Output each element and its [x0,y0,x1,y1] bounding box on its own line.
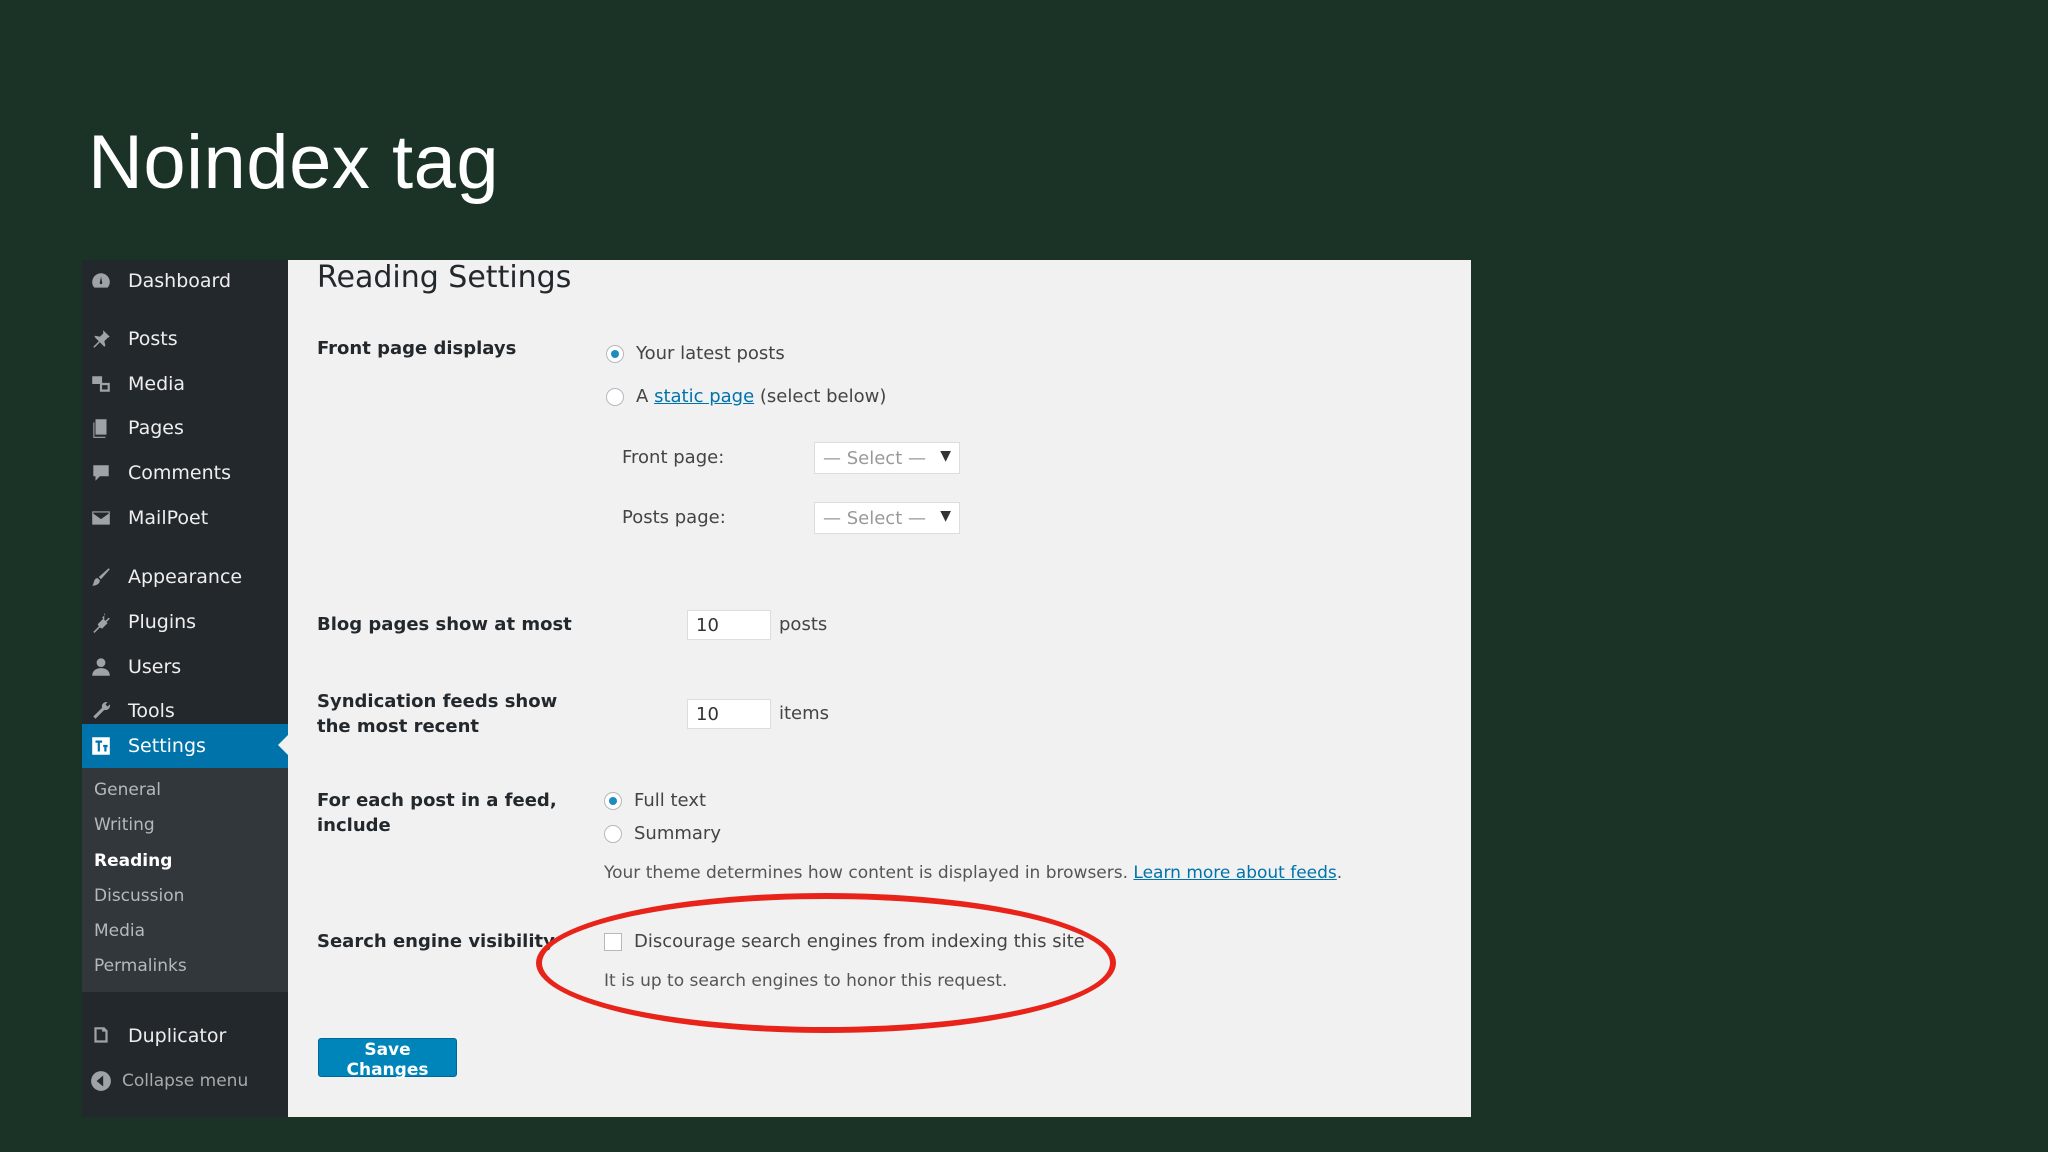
chevron-down-icon: ▼ [940,508,951,524]
pages-icon [90,417,112,439]
duplicator-icon [90,1025,112,1047]
submenu-item-writing[interactable]: Writing [94,811,155,839]
sidebar-item-plugins[interactable]: Plugins [82,601,288,643]
search-visibility-label: Search engine visibility [317,931,555,952]
syndication-input[interactable] [687,699,771,729]
brush-icon [90,566,112,588]
settings-submenu: General Writing Reading Discussion Media… [82,768,288,992]
media-icon [90,373,112,395]
radio-static-page-control[interactable] [606,387,624,406]
slide-title: Noindex tag [88,120,500,205]
sidebar-item-settings[interactable]: Settings [82,724,288,768]
feed-description: Your theme determines how content is dis… [604,863,1343,883]
sidebar-item-label: Posts [128,328,178,350]
posts-page-select-value: — Select — [823,507,926,529]
sidebar-item-media[interactable]: Media [82,363,288,405]
syndication-unit: items [779,703,830,724]
radio-full-text-control[interactable] [604,791,622,810]
sidebar-item-label: Comments [128,462,231,484]
radio-full-text[interactable]: Full text [604,790,706,811]
sidebar-item-label: Users [128,656,182,678]
static-page-prefix: A [636,386,649,407]
sidebar-item-label: Duplicator [128,1025,227,1047]
submenu-item-media[interactable]: Media [94,917,145,945]
blog-pages-input[interactable] [687,610,771,640]
radio-full-text-label: Full text [634,790,707,811]
plugin-icon [90,611,112,633]
radio-summary-control[interactable] [604,824,622,843]
sidebar-item-label: Tools [128,700,175,722]
save-changes-button[interactable]: Save Changes [318,1038,457,1080]
sidebar-item-users[interactable]: Users [82,646,288,688]
static-page-link[interactable]: static page [654,386,754,407]
user-icon [90,656,112,678]
pin-icon [90,328,112,350]
collapse-menu-label: Collapse menu [122,1071,249,1091]
sidebar-item-label: Plugins [128,611,197,633]
static-page-suffix: (select below) [759,386,887,407]
front-page-displays-label: Front page displays [317,338,517,359]
submenu-item-discussion[interactable]: Discussion [94,882,184,910]
submenu-item-general[interactable]: General [94,776,161,804]
settings-icon [90,735,112,757]
posts-page-select-label: Posts page: [622,507,726,528]
sidebar-item-posts[interactable]: Posts [82,318,288,360]
front-page-select-label: Front page: [622,447,725,468]
dashboard-icon [90,270,112,292]
red-highlight-circle [536,893,1116,1033]
front-page-select[interactable]: — Select — ▼ [814,442,960,474]
sidebar-item-appearance[interactable]: Appearance [82,556,288,598]
page-title: Reading Settings [317,260,572,295]
radio-latest-posts[interactable]: Your latest posts [606,343,785,364]
radio-latest-posts-label: Your latest posts [636,343,785,364]
sidebar-item-label: MailPoet [128,507,209,529]
syndication-label: Syndication feeds show the most recent [317,691,558,737]
comment-icon [90,462,112,484]
feed-include-label: For each post in a feed, include [317,790,557,836]
blog-pages-unit: posts [779,614,828,635]
collapse-menu-button[interactable]: Collapse menu [90,1070,248,1092]
sidebar-item-label: Settings [128,735,206,757]
blog-pages-label: Blog pages show at most [317,614,572,635]
sidebar-item-dashboard[interactable]: Dashboard [82,260,288,302]
sidebar-item-label: Dashboard [128,270,232,292]
radio-latest-posts-control[interactable] [606,344,624,363]
radio-static-page[interactable]: A static page (select below) [606,386,886,407]
learn-more-feeds-link[interactable]: Learn more about feeds [1133,863,1336,883]
radio-summary[interactable]: Summary [604,823,721,844]
submenu-item-permalinks[interactable]: Permalinks [94,952,187,980]
front-page-select-value: — Select — [823,447,926,469]
radio-summary-label: Summary [634,823,721,844]
sidebar-item-label: Pages [128,417,184,439]
admin-sidebar: Dashboard Posts Media Pages Comments Mai… [82,260,288,1117]
sidebar-item-label: Appearance [128,566,243,588]
submenu-item-reading[interactable]: Reading [94,847,172,875]
sidebar-item-pages[interactable]: Pages [82,407,288,449]
collapse-arrow-icon [90,1070,112,1092]
sidebar-item-mailpoet[interactable]: MailPoet [82,497,288,539]
chevron-down-icon: ▼ [940,448,951,464]
wrench-icon [90,700,112,722]
posts-page-select[interactable]: — Select — ▼ [814,502,960,534]
sidebar-item-label: Media [128,373,186,395]
sidebar-item-comments[interactable]: Comments [82,452,288,494]
envelope-icon [90,507,112,529]
sidebar-item-duplicator[interactable]: Duplicator [82,1015,288,1057]
feed-description-text: Your theme determines how content is dis… [604,863,1129,883]
